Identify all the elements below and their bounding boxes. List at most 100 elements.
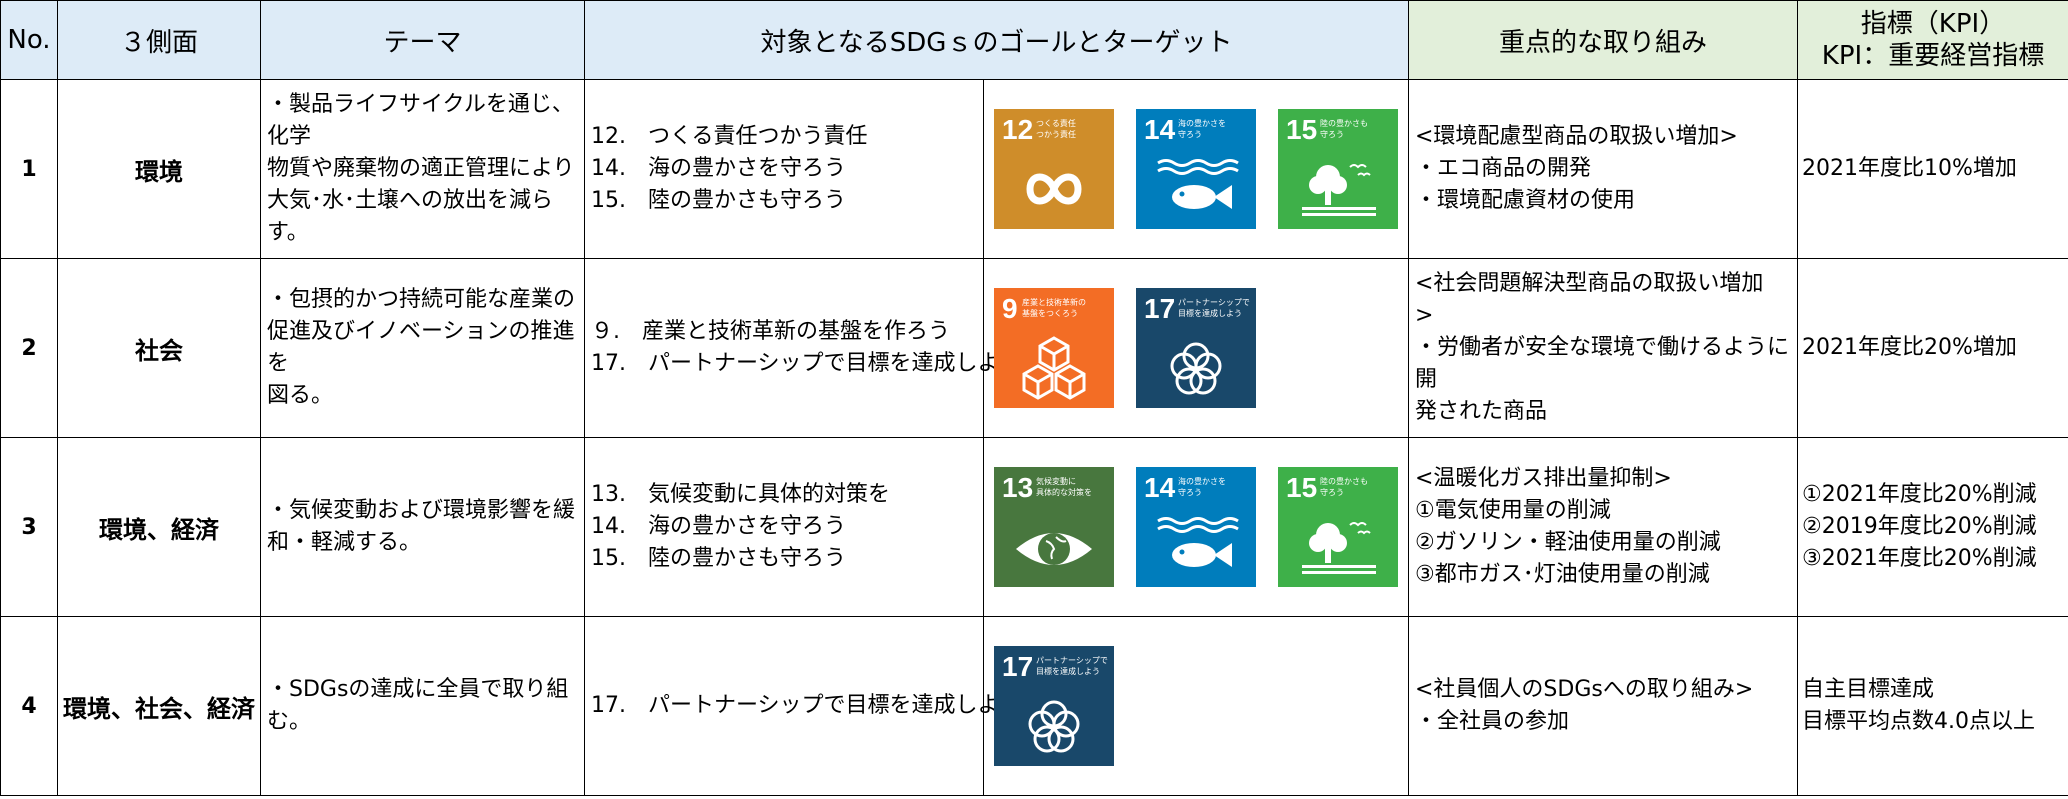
kpi-line: ①2021年度比20%削減 [1802,482,2037,507]
theme-line: 和・軽減する。 [267,530,422,555]
effort-line: <社員個人のSDGsへの取り組み> [1415,677,1754,702]
row-aspect: 社会 [57,258,261,438]
kpi-line: 目標平均点数4.0点以上 [1802,709,2035,734]
row-aspect: 環境、社会、経済 [57,616,261,796]
header-efforts: 重点的な取り組み [1408,0,1798,80]
effort-line: ・全社員の参加 [1415,709,1570,734]
tree-icon: 15 陸の豊かさも 守ろう [1278,109,1398,229]
theme-line: ・包摂的かつ持続可能な産業の [267,287,576,312]
rings-icon: 17 パートナーシップで 目標を達成しよう [994,646,1114,766]
sdg-goal-15-tile: 15 陸の豊かさも 守ろう [1278,109,1398,229]
sdg-goal-15-tile: 15 陸の豊かさも 守ろう [1278,467,1398,587]
header-no: No. [0,0,58,80]
sdg-goal-caption-2: 守ろう [1320,129,1344,139]
kpi-line: 自主目標達成 [1802,677,1935,702]
row-sdg-icons: 17 パートナーシップで 目標を達成しよう [983,616,1409,796]
effort-line: <社会問題解決型商品の取扱い増加 [1415,271,1764,296]
effort-line: ・労働者が安全な環境で働けるように開 [1415,335,1790,392]
effort-line: <環境配慮型商品の取扱い増加> [1415,124,1738,149]
goal-line: 15. 陸の豊かさも守ろう [591,546,846,571]
sdg-goal-number: 14 [1144,114,1176,145]
sdg-table: No. ３側面 テーマ 対象となるSDGｓのゴールとターゲット 重点的な取り組み… [0,0,2068,796]
goal-line: 13. 気候変動に具体的対策を [591,482,890,507]
header-row: No. ３側面 テーマ 対象となるSDGｓのゴールとターゲット 重点的な取り組み… [0,0,2068,80]
effort-line: 発された商品 [1415,399,1548,424]
theme-line: ・製品ライフサイクルを通じ、化学 [267,92,574,149]
effort-line: ・環境配慮資材の使用 [1415,188,1636,213]
row-sdg-icons: 13 気候変動に 具体的な対策を 14 海の豊かさを 守ろう 15 陸の豊かさも… [983,437,1409,617]
sdg-goal-caption-2: 守ろう [1320,487,1344,497]
sdg-goal-caption-2: 守ろう [1178,129,1202,139]
row-number: 4 [0,616,58,796]
sdg-goal-caption-2: 基盤をつくろう [1022,308,1078,318]
row-goals: 13. 気候変動に具体的対策を 14. 海の豊かさを守ろう 15. 陸の豊かさも守ろ… [584,437,984,617]
row-goals: 12. つくる責任つかう責任 14. 海の豊かさを守ろう 15. 陸の豊かさも守ろう [584,79,984,259]
header-kpi-line2: KPI：重要経営指標 [1821,41,2045,71]
rings-icon: 17 パートナーシップで 目標を達成しよう [1136,288,1256,408]
row-goals: 17. パートナーシップで目標を達成しよう [584,616,1022,796]
table-row: 4 環境、社会、経済 ・SDGsの達成に全員で取り組 む。 17. パートナーシッ… [0,616,2068,796]
sdg-goal-number: 15 [1286,472,1317,503]
goal-line: 17. パートナーシップで目標を達成しよう [591,351,1022,376]
header-targets: 対象となるSDGｓのゴールとターゲット [584,0,1409,80]
row-kpi: ①2021年度比20%削減 ②2019年度比20%削減 ③2021年度比20%削減 [1797,437,2068,617]
sdg-goal-13-tile: 13 気候変動に 具体的な対策を [994,467,1114,587]
row-kpi: 自主目標達成目標平均点数4.0点以上 [1797,616,2068,796]
sdg-goal-number: 17 [1144,293,1175,324]
goal-line: 14. 海の豊かさを守ろう [591,514,846,539]
sdg-goal-caption-1: パートナーシップで [1178,298,1250,307]
kpi-line: 2021年度比20%増加 [1802,335,2017,360]
row-theme: ・SDGsの達成に全員で取り組 む。 [260,616,585,796]
sdg-goal-caption-1: 産業と技術革新の [1022,297,1086,307]
goal-line: ９. 産業と技術革新の基盤を作ろう [591,319,950,344]
sdg-goal-number: 9 [1002,293,1018,324]
table-row: 1 環境 ・製品ライフサイクルを通じ、化学 物質や廃棄物の適正管理により 大気･水･… [0,79,2068,259]
theme-line: 大気･水･土壌への放出を減ら [267,188,554,213]
header-kpi: 指標（KPI） KPI：重要経営指標 [1797,0,2068,80]
sdg-goal-17-tile: 17 パートナーシップで 目標を達成しよう [1136,288,1256,408]
sdg-goal-caption-1: つくる責任 [1036,118,1076,128]
sdg-goal-caption-1: 気候変動に [1036,476,1076,486]
sdg-goal-number: 13 [1002,472,1033,503]
row-number: 1 [0,79,58,259]
sdg-goal-caption-2: 具体的な対策を [1036,487,1092,497]
effort-line: <温暖化ガス排出量抑制> [1415,466,1672,491]
kpi-line: 2021年度比10%増加 [1802,156,2017,181]
effort-line: ①電気使用量の削減 [1415,498,1611,523]
row-theme: ・包摂的かつ持続可能な産業の 促進及びイノベーションの推進を 図る。 [260,258,585,438]
sdg-goal-caption-2: 目標を達成しよう [1178,308,1242,318]
theme-line: ・気候変動および環境影響を緩 [267,498,576,523]
kpi-line: ②2019年度比20%削減 [1802,514,2037,539]
theme-line: 物質や廃棄物の適正管理により [267,156,575,181]
row-number: 3 [0,437,58,617]
effort-line: ・エコ商品の開発 [1415,156,1592,181]
cubes-icon: 9 産業と技術革新の 基盤をつくろう [994,288,1114,408]
fish-icon: 14 海の豊かさを 守ろう [1136,467,1256,587]
sdg-goal-9-tile: 9 産業と技術革新の 基盤をつくろう [994,288,1114,408]
table-row: 2 社会 ・包摂的かつ持続可能な産業の 促進及びイノベーションの推進を 図る。 ９.… [0,258,2068,438]
theme-line: む。 [267,709,312,734]
sdg-goal-number: 12 [1002,114,1033,145]
sdg-goal-number: 15 [1286,114,1317,145]
row-efforts: <温暖化ガス排出量抑制> ①電気使用量の削減 ②ガソリン・軽油使用量の削減 ③都市ガス… [1408,437,1798,617]
theme-line: す。 [267,220,309,245]
sdg-goal-number: 17 [1002,651,1033,682]
sdg-goal-caption-2: 守ろう [1178,487,1202,497]
table-row: 3 環境、経済 ・気候変動および環境影響を緩 和・軽減する。 13. 気候変動に具… [0,437,2068,617]
row-efforts: <社会問題解決型商品の取扱い増加 > ・労働者が安全な環境で働けるように開 発された商… [1408,258,1798,438]
row-aspect: 環境、経済 [57,437,261,617]
goal-line: 15. 陸の豊かさも守ろう [591,188,846,213]
sdg-goal-14-tile: 14 海の豊かさを 守ろう [1136,109,1256,229]
eye-globe-icon: 13 気候変動に 具体的な対策を [994,467,1114,587]
theme-line: 図る。 [267,383,334,408]
kpi-line: ③2021年度比20%削減 [1802,546,2037,571]
fish-icon: 14 海の豊かさを 守ろう [1136,109,1256,229]
row-efforts: <社員個人のSDGsへの取り組み> ・全社員の参加 [1408,616,1798,796]
sdg-goal-caption-1: 陸の豊かさも [1320,118,1368,128]
goal-line: 14. 海の豊かさを守ろう [591,156,846,181]
sdg-goal-number: 14 [1144,472,1176,503]
tree-icon: 15 陸の豊かさも 守ろう [1278,467,1398,587]
goal-line: 17. パートナーシップで目標を達成しよう [591,693,1022,718]
goal-line: 12. つくる責任つかう責任 [591,124,868,149]
sdg-goal-caption-1: パートナーシップで [1036,656,1108,665]
